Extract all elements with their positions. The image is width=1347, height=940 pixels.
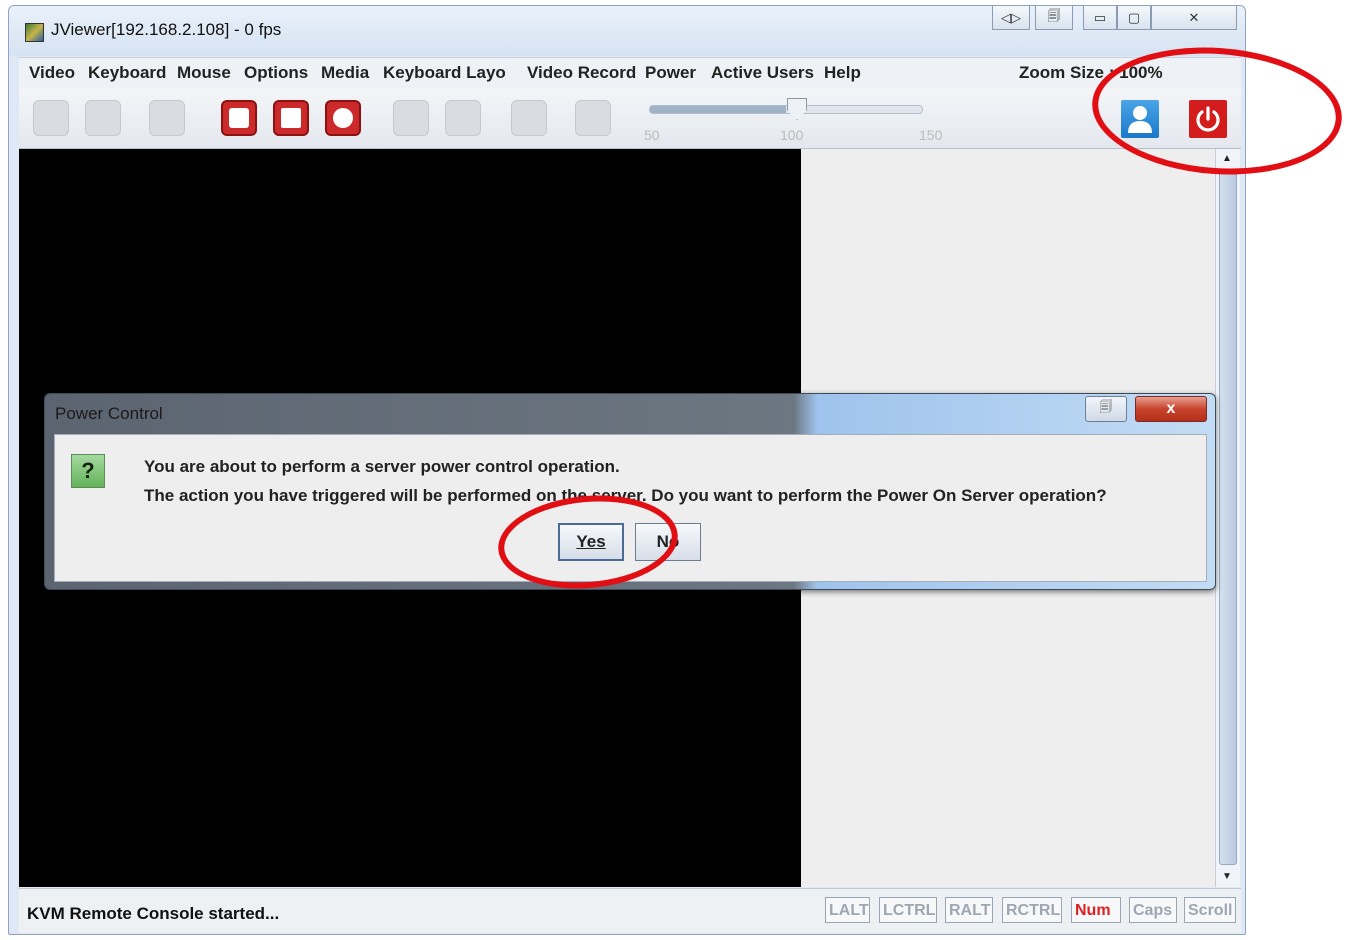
menu-media[interactable]: Media	[321, 63, 375, 83]
key-rctrl[interactable]: RCTRL	[1002, 897, 1062, 923]
menu-mouse[interactable]: Mouse	[177, 63, 236, 83]
zoom-slider[interactable]	[649, 105, 923, 114]
mouse-sync-button[interactable]	[393, 100, 429, 136]
keyboard-button[interactable]	[149, 100, 185, 136]
toolbar: 50 100 150	[19, 88, 1241, 149]
record-button[interactable]	[511, 100, 547, 136]
key-ralt[interactable]: RALT	[945, 897, 993, 923]
harddisk-redirect-button[interactable]	[273, 100, 309, 136]
pause-video-button[interactable]	[33, 100, 69, 136]
maximize-button[interactable]: ▢	[1117, 6, 1151, 30]
menu-video[interactable]: Video	[29, 63, 79, 83]
snap-icon[interactable]: ◁▷	[992, 6, 1030, 30]
dialog-close-button[interactable]: x	[1135, 396, 1207, 422]
key-lalt[interactable]: LALT	[825, 897, 870, 923]
menu-help[interactable]: Help	[824, 63, 868, 83]
dialog-message-line1: You are about to perform a server power …	[144, 457, 620, 476]
scrollbar-thumb[interactable]	[1219, 171, 1237, 865]
window-title: JViewer[192.168.2.108] - 0 fps	[51, 20, 282, 39]
slider-tick-100: 100	[780, 127, 804, 143]
menu-video-record[interactable]: Video Record	[527, 63, 638, 83]
save-icon	[281, 108, 301, 128]
menu-active-users[interactable]: Active Users	[711, 63, 817, 83]
restore-docs-icon[interactable]: 🗐	[1035, 6, 1073, 30]
status-message: KVM Remote Console started...	[27, 904, 280, 923]
key-lctrl[interactable]: LCTRL	[879, 897, 937, 923]
dialog-title: Power Control	[55, 404, 163, 423]
screenshot-button[interactable]	[575, 100, 611, 136]
hotkeys-button[interactable]	[445, 100, 481, 136]
vertical-scrollbar[interactable]: ▲ ▼	[1215, 149, 1240, 887]
menu-keyboard[interactable]: Keyboard	[88, 63, 170, 83]
scroll-down-icon[interactable]: ▼	[1222, 871, 1232, 882]
disc-icon	[333, 108, 353, 128]
zoom-slider-thumb[interactable]	[787, 98, 807, 120]
menu-bar: Video Keyboard Mouse Options Media Keybo…	[19, 57, 1241, 88]
menu-keyboard-layout[interactable]: Keyboard Layout	[383, 63, 505, 83]
key-num[interactable]: Num	[1071, 897, 1121, 923]
cdrom-redirect-button[interactable]	[325, 100, 361, 136]
title-bar: JViewer[192.168.2.108] - 0 fps ◁▷ 🗐 ▭ ▢ …	[9, 6, 1245, 56]
slider-tick-150: 150	[919, 127, 943, 143]
dialog-restore-icon[interactable]: 🗐	[1085, 396, 1127, 422]
drive-icon	[229, 108, 249, 128]
resume-video-button[interactable]	[85, 100, 121, 136]
close-window-button[interactable]: ✕	[1151, 6, 1237, 30]
app-icon	[25, 23, 44, 42]
key-scroll[interactable]: Scroll	[1184, 897, 1236, 923]
key-caps[interactable]: Caps	[1129, 897, 1177, 923]
floppy-redirect-button[interactable]	[221, 100, 257, 136]
status-bar: KVM Remote Console started... LALT LCTRL…	[19, 888, 1241, 933]
menu-options[interactable]: Options	[244, 63, 314, 83]
minimize-button[interactable]: ▭	[1083, 6, 1117, 30]
slider-tick-50: 50	[644, 127, 660, 143]
menu-power[interactable]: Power	[645, 63, 703, 83]
question-icon: ?	[71, 454, 105, 488]
